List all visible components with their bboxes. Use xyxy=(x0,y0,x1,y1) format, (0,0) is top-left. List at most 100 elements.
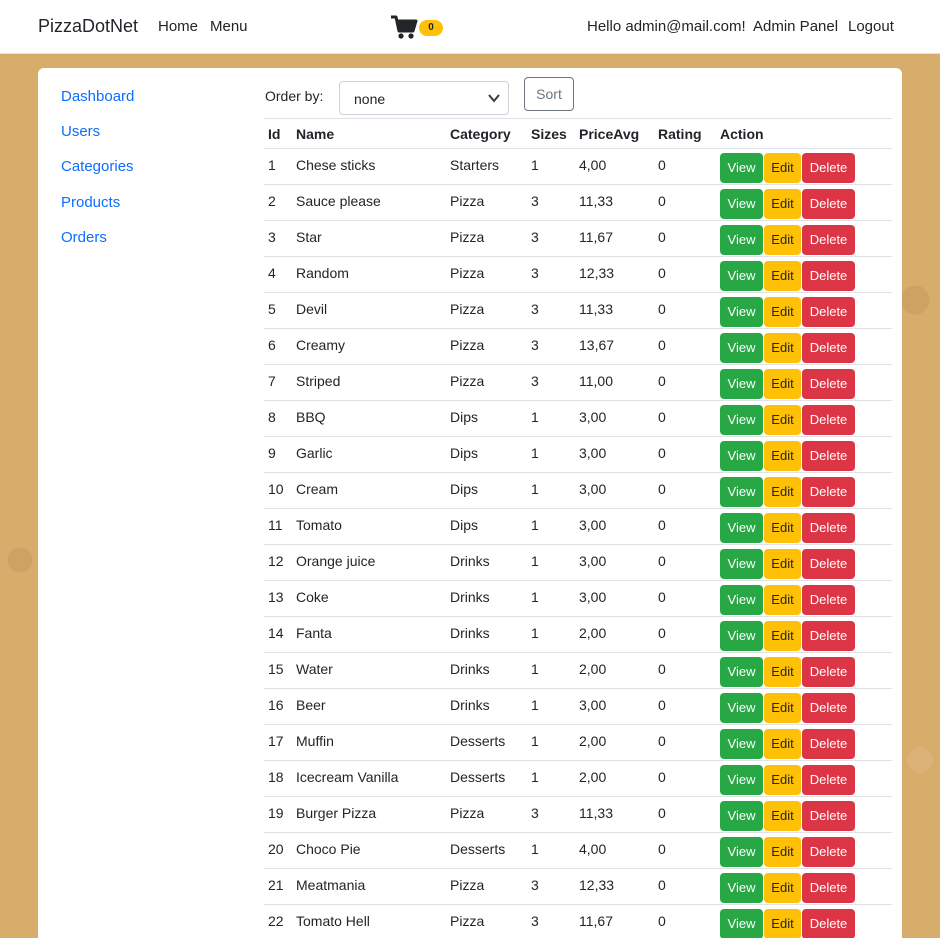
table-row: 19 Burger Pizza Pizza 3 11,33 0 View Edit Delete xyxy=(264,796,892,833)
edit-button[interactable]: Edit xyxy=(764,405,801,435)
table-row: 11 Tomato Dips 1 3,00 0 View Edit Delete xyxy=(264,508,892,545)
delete-button[interactable]: Delete xyxy=(802,405,855,435)
delete-button[interactable]: Delete xyxy=(802,909,855,938)
delete-button[interactable]: Delete xyxy=(802,369,855,399)
table-cell: Desserts xyxy=(446,832,527,869)
edit-button[interactable]: Edit xyxy=(764,333,801,363)
delete-button[interactable]: Delete xyxy=(802,837,855,867)
view-button[interactable]: View xyxy=(720,441,763,471)
row-actions: View Edit Delete xyxy=(716,292,892,329)
table-cell: 2,00 xyxy=(575,616,654,653)
sort-button[interactable]: Sort xyxy=(524,77,574,111)
row-actions: View Edit Delete xyxy=(716,472,892,509)
delete-button[interactable]: Delete xyxy=(802,549,855,579)
delete-button[interactable]: Delete xyxy=(802,729,855,759)
edit-button[interactable]: Edit xyxy=(764,513,801,543)
edit-button[interactable]: Edit xyxy=(764,729,801,759)
logout-link[interactable]: Logout xyxy=(848,18,894,35)
delete-button[interactable]: Delete xyxy=(802,657,855,687)
table-cell: 1 xyxy=(527,760,575,797)
row-actions: View Edit Delete xyxy=(716,868,892,905)
delete-button[interactable]: Delete xyxy=(802,585,855,615)
edit-button[interactable]: Edit xyxy=(764,369,801,399)
delete-button[interactable]: Delete xyxy=(802,621,855,651)
delete-button[interactable]: Delete xyxy=(802,333,855,363)
table-cell: 3 xyxy=(527,904,575,938)
sidebar-item-categories[interactable]: Categories xyxy=(61,158,134,175)
table-cell: Pizza xyxy=(446,868,527,905)
brand-link[interactable]: PizzaDotNet xyxy=(38,16,138,37)
view-button[interactable]: View xyxy=(720,333,763,363)
edit-button[interactable]: Edit xyxy=(764,765,801,795)
view-button[interactable]: View xyxy=(720,369,763,399)
view-button[interactable]: View xyxy=(720,657,763,687)
delete-button[interactable]: Delete xyxy=(802,513,855,543)
view-button[interactable]: View xyxy=(720,297,763,327)
edit-button[interactable]: Edit xyxy=(764,801,801,831)
edit-button[interactable]: Edit xyxy=(764,225,801,255)
edit-button[interactable]: Edit xyxy=(764,153,801,183)
edit-button[interactable]: Edit xyxy=(764,549,801,579)
view-button[interactable]: View xyxy=(720,765,763,795)
nav-home-link[interactable]: Home xyxy=(158,18,198,35)
table-cell: Dips xyxy=(446,400,527,437)
edit-button[interactable]: Edit xyxy=(764,909,801,938)
edit-button[interactable]: Edit xyxy=(764,441,801,471)
delete-button[interactable]: Delete xyxy=(802,297,855,327)
delete-button[interactable]: Delete xyxy=(802,801,855,831)
delete-button[interactable]: Delete xyxy=(802,225,855,255)
edit-button[interactable]: Edit xyxy=(764,477,801,507)
delete-button[interactable]: Delete xyxy=(802,873,855,903)
view-button[interactable]: View xyxy=(720,621,763,651)
view-button[interactable]: View xyxy=(720,837,763,867)
order-by-select[interactable]: none xyxy=(339,81,509,115)
view-button[interactable]: View xyxy=(720,261,763,291)
view-button[interactable]: View xyxy=(720,153,763,183)
admin-panel-link[interactable]: Admin Panel xyxy=(753,18,838,35)
delete-button[interactable]: Delete xyxy=(802,765,855,795)
sidebar-item-products[interactable]: Products xyxy=(61,194,120,211)
edit-button[interactable]: Edit xyxy=(764,873,801,903)
view-button[interactable]: View xyxy=(720,693,763,723)
view-button[interactable]: View xyxy=(720,477,763,507)
view-button[interactable]: View xyxy=(720,801,763,831)
sidebar-item-dashboard[interactable]: Dashboard xyxy=(61,88,134,105)
view-button[interactable]: View xyxy=(720,549,763,579)
delete-button[interactable]: Delete xyxy=(802,261,855,291)
nav-menu-link[interactable]: Menu xyxy=(210,18,248,35)
cart-count-badge: 0 xyxy=(419,20,443,36)
edit-button[interactable]: Edit xyxy=(764,693,801,723)
edit-button[interactable]: Edit xyxy=(764,657,801,687)
edit-button[interactable]: Edit xyxy=(764,837,801,867)
sidebar-item-orders[interactable]: Orders xyxy=(61,229,107,246)
table-cell: 0 xyxy=(654,292,716,329)
edit-button[interactable]: Edit xyxy=(764,585,801,615)
edit-button[interactable]: Edit xyxy=(764,621,801,651)
edit-button[interactable]: Edit xyxy=(764,297,801,327)
table-row: 21 Meatmania Pizza 3 12,33 0 View Edit Delete xyxy=(264,868,892,905)
view-button[interactable]: View xyxy=(720,585,763,615)
view-button[interactable]: View xyxy=(720,909,763,938)
delete-button[interactable]: Delete xyxy=(802,693,855,723)
view-button[interactable]: View xyxy=(720,189,763,219)
view-button[interactable]: View xyxy=(720,513,763,543)
cart-button[interactable]: 0 xyxy=(390,14,446,42)
view-button[interactable]: View xyxy=(720,873,763,903)
delete-button[interactable]: Delete xyxy=(802,153,855,183)
view-button[interactable]: View xyxy=(720,225,763,255)
row-actions: View Edit Delete xyxy=(716,364,892,401)
row-actions: View Edit Delete xyxy=(716,148,892,185)
edit-button[interactable]: Edit xyxy=(764,261,801,291)
delete-button[interactable]: Delete xyxy=(802,441,855,471)
table-cell: Drinks xyxy=(446,652,527,689)
delete-button[interactable]: Delete xyxy=(802,189,855,219)
delete-button[interactable]: Delete xyxy=(802,477,855,507)
sidebar-item-users[interactable]: Users xyxy=(61,123,100,140)
view-button[interactable]: View xyxy=(720,405,763,435)
table-row: 6 Creamy Pizza 3 13,67 0 View Edit Delete xyxy=(264,328,892,365)
table-row: 5 Devil Pizza 3 11,33 0 View Edit Delete xyxy=(264,292,892,329)
view-button[interactable]: View xyxy=(720,729,763,759)
table-cell: 2 xyxy=(264,184,292,221)
table-cell: Pizza xyxy=(446,328,527,365)
edit-button[interactable]: Edit xyxy=(764,189,801,219)
